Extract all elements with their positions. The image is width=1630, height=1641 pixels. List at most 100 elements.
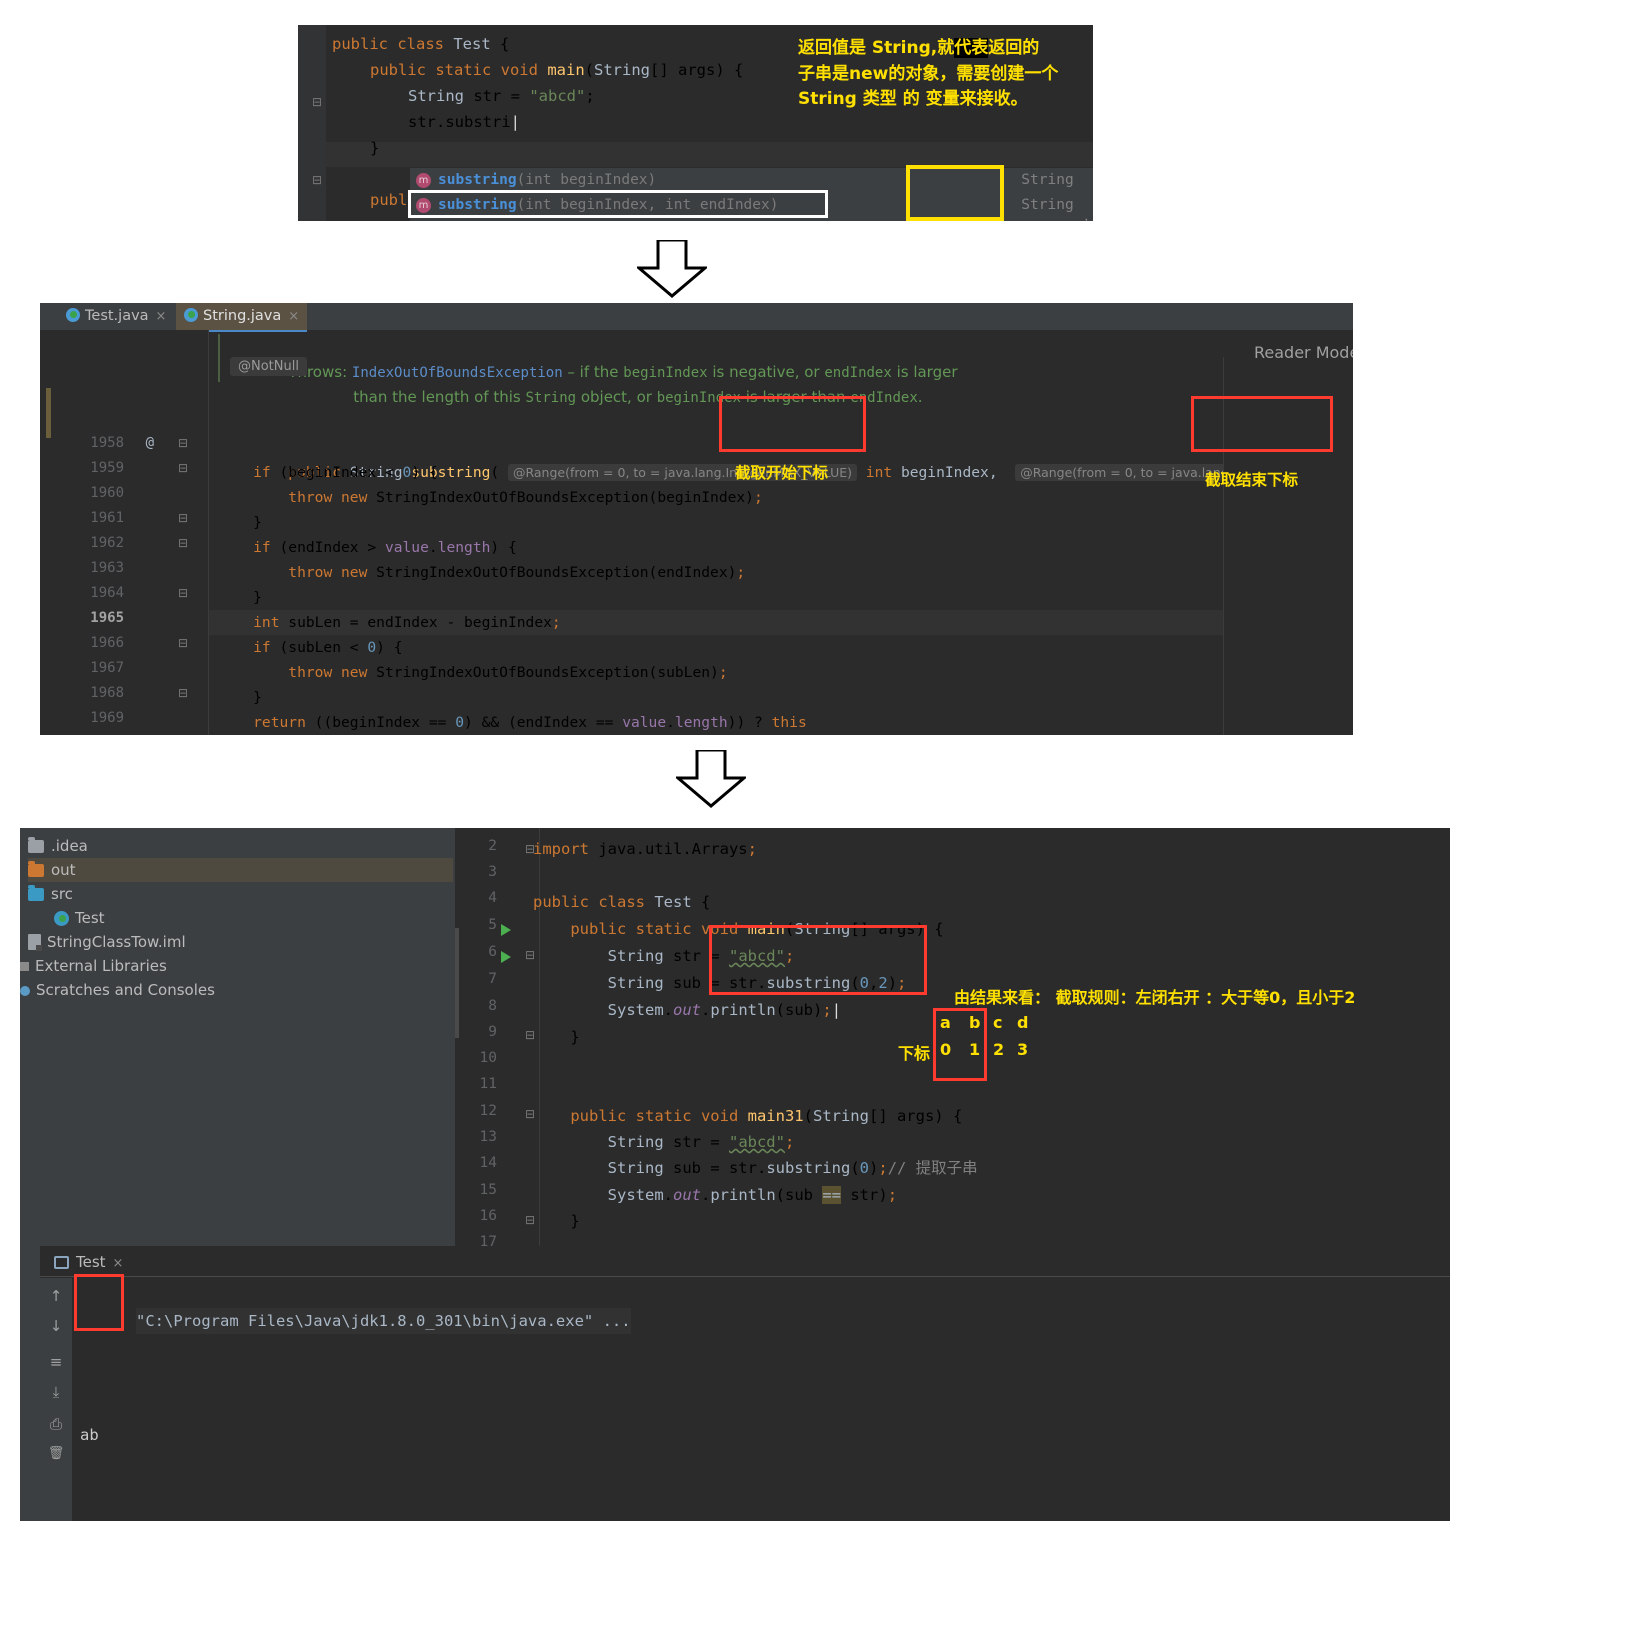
fold-icon[interactable]: ⊟ [312,173,322,187]
line-number: 1963 [90,560,124,576]
close-icon[interactable]: × [156,309,167,324]
white-highlight-box [408,190,828,218]
line-number-current: 1965 [90,610,124,626]
tree-item-idea[interactable]: .idea [28,834,453,858]
console-output: "C:\Program Files\Java\jdk1.8.0_301\bin\… [80,1282,1440,1521]
fold-icon[interactable]: ⊟ [178,686,188,700]
line-number: 1958 [90,435,124,451]
line-number: 7 [488,971,497,987]
line-number: 16 [479,1208,497,1224]
fold-icon[interactable]: ⊟ [178,461,188,475]
string-java-body: 1958 1959 1960 1961 1962 1963 1964 1965 … [40,330,1353,735]
line-number: 8 [488,998,497,1014]
line-number: 6 [488,944,497,960]
tree-item-out[interactable]: out [28,858,453,882]
annotation-line1-a: 返回值是 String,就 [798,38,955,58]
line-number: 15 [479,1182,497,1198]
tree-item-src[interactable]: src [28,882,453,906]
console-result: ab [80,1426,99,1444]
print-icon[interactable]: ⎙ [46,1414,66,1434]
fold-icon[interactable]: ⊟ [178,586,188,600]
tree-item-iml[interactable]: StringClassTow.iml [28,930,453,954]
tab-test-java[interactable]: Test.java × [58,303,174,330]
javadoc-line2-b: object, or [576,388,657,406]
line-number: 1959 [90,460,124,476]
javadoc-line2-d: . [917,388,923,406]
line-number: 10 [479,1050,497,1066]
fold-icon[interactable]: ⊟ [178,436,188,450]
annotation-line3: String 类型 的 变量来接收。 [798,89,1028,109]
library-icon [20,962,29,971]
down-arrow-icon[interactable]: ↓ [46,1316,66,1336]
tree-item-external-libraries[interactable]: External Libraries [20,954,453,978]
scroll-to-end-icon[interactable]: ⤓ [46,1382,66,1402]
note-begin-index: 截取开始下标 [735,464,829,482]
close-icon[interactable]: × [288,309,299,324]
console-toolbar[interactable]: ↑ ↓ ≡ ⤓ ⎙ 🗑 [40,1278,72,1521]
red-box-end-index [1191,396,1333,452]
index-char-c: c [993,1013,1003,1032]
console-command: "C:\Program Files\Java\jdk1.8.0_301\bin\… [136,1308,631,1334]
test-java-code[interactable]: import java.util.Arrays; public class Te… [533,828,1450,1246]
line-number: 1964 [90,585,124,601]
console-tab-test[interactable]: Test × [54,1248,123,1276]
scratches-icon [20,986,30,996]
red-box-substring-call [709,925,927,995]
line-number: 1966 [90,635,124,651]
console-tab-divider [40,1276,1450,1277]
reader-mode-label[interactable]: Reader Mode [1254,343,1353,362]
fold-icon[interactable]: ⊟ [312,95,322,109]
trash-icon[interactable]: 🗑 [46,1444,66,1464]
index-char-a: a [940,1013,951,1032]
tab-string-java[interactable]: String.java × [176,303,308,332]
line-number: 1960 [90,485,124,501]
soft-wrap-icon[interactable]: ≡ [46,1352,66,1372]
notnull-annotation: @NotNull [230,357,307,376]
run-console: Test × ↑ ↓ ≡ ⤓ ⎙ 🗑 "C:\Program Files\Java… [40,1246,1450,1521]
line-number: 12 [479,1103,497,1119]
editor-tab-bar: Test.java × String.java × [40,303,1353,332]
tree-item-label: out [51,861,76,879]
console-tab-label: Test [76,1253,106,1271]
index-label: 下标 [898,1044,931,1063]
editor-gutter: 1958 1959 1960 1961 1962 1963 1964 1965 … [40,330,208,735]
run-config-icon [54,1256,69,1269]
red-box-begin-index [719,396,866,452]
run-class-icon[interactable] [501,924,511,936]
index-char-b: b [969,1013,981,1032]
annotation-line1-highlight: 代表 [954,38,989,58]
tree-item-test[interactable]: Test [28,906,453,930]
line-number: 3 [488,864,497,880]
fold-icon[interactable]: ⊟ [178,511,188,525]
tab-label: Test.java [85,308,149,324]
tree-item-label: StringClassTow.iml [47,933,186,951]
line-number: 14 [479,1155,497,1171]
fold-icon[interactable]: ⊟ [178,536,188,550]
string-java-editor-panel: Test.java × String.java × 1958 1959 1960 1… [40,303,1353,735]
index-value-1: 1 [969,1040,981,1059]
line-number: 1967 [90,660,124,676]
folder-icon [28,837,44,853]
tree-item-label: External Libraries [35,957,167,975]
line-number: 1969 [90,710,124,726]
completion-item-name: substring [438,172,517,188]
up-arrow-icon[interactable]: ↑ [46,1286,66,1306]
project-tree[interactable]: .idea out src Test StringClassTow.iml Ex… [20,834,453,1259]
index-value-2: 2 [993,1040,1005,1059]
tree-item-label: .idea [51,837,88,855]
tree-item-label: Test [75,909,105,927]
fold-icon[interactable]: ⊟ [178,636,188,650]
down-arrow-1 [637,240,707,298]
run-method-icon[interactable] [501,951,511,963]
string-java-code: Throws: IndexOutOfBoundsException – if t… [218,330,1353,735]
line-number: 11 [479,1076,497,1092]
close-icon[interactable]: × [113,1256,124,1271]
current-line-highlight [326,142,1093,167]
line-number: 2 [488,838,497,854]
annotation-substring-rule: 由结果来看： 截取规则：左闭右开 ：大于等0，且小于2 [954,988,1356,1007]
tree-item-scratches[interactable]: Scratches and Consoles [20,978,453,1002]
annotation-return-type: 返回值是 String,就代表返回的 子串是new的对象，需要创建一个 Stri… [798,36,1093,113]
line-number: 4 [488,890,497,906]
completion-item-type: String [1021,197,1074,213]
java-class-icon [54,911,69,926]
